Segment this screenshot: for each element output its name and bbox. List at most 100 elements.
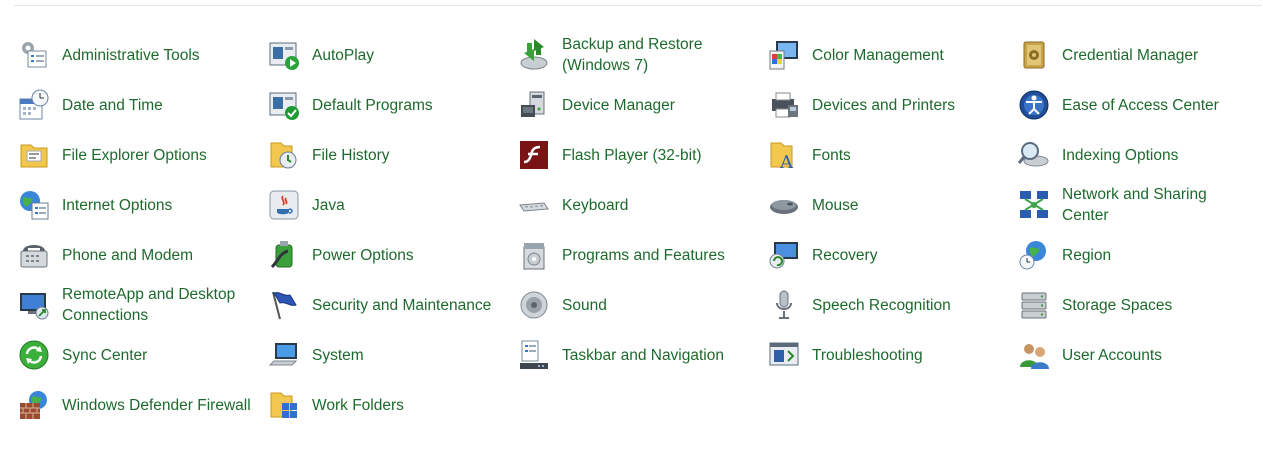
item-label: Work Folders [312, 396, 404, 414]
item-color-management[interactable]: Color Management [767, 30, 1017, 80]
security-maintenance-icon [267, 288, 301, 322]
troubleshooting-icon [767, 338, 801, 372]
item-label: AutoPlay [312, 46, 375, 64]
work-folders-icon [267, 388, 301, 422]
item-work-folders[interactable]: Work Folders [267, 380, 517, 430]
fonts-icon: A [767, 138, 801, 172]
item-recovery[interactable]: Recovery [767, 230, 1017, 280]
item-internet-options[interactable]: Internet Options [17, 180, 267, 230]
item-label: Mouse [812, 196, 859, 214]
autoplay-icon [267, 38, 301, 72]
backup-restore-icon [517, 38, 551, 72]
item-sound[interactable]: Sound [517, 280, 767, 330]
default-programs-icon [267, 88, 301, 122]
item-label: Color Management [812, 46, 944, 64]
item-label: Security and Maintenance [312, 296, 492, 314]
item-file-explorer-options[interactable]: File Explorer Options [17, 130, 267, 180]
power-options-icon [267, 238, 301, 272]
phone-modem-icon [17, 238, 51, 272]
date-time-icon [17, 88, 51, 122]
item-credential-manager[interactable]: Credential Manager [1017, 30, 1263, 80]
indexing-options-icon [1017, 138, 1051, 172]
item-device-manager[interactable]: Device Manager [517, 80, 767, 130]
top-divider [14, 5, 1262, 6]
control-panel-items-grid: Administrative Tools AutoPlay Backup and… [0, 30, 1263, 430]
item-label: Taskbar and Navigation [562, 346, 724, 364]
item-file-history[interactable]: File History [267, 130, 517, 180]
taskbar-navigation-icon [517, 338, 551, 372]
item-label: Ease of Access Center [1062, 96, 1219, 114]
item-java[interactable]: Java [267, 180, 517, 230]
item-remoteapp[interactable]: RemoteApp and Desktop Connections [17, 280, 267, 330]
item-label: Java [312, 196, 345, 214]
item-mouse[interactable]: Mouse [767, 180, 1017, 230]
item-label: File History [312, 146, 390, 164]
item-troubleshooting[interactable]: Troubleshooting [767, 330, 1017, 380]
item-label: Date and Time [62, 96, 163, 114]
item-label: Credential Manager [1062, 46, 1199, 64]
file-history-icon [267, 138, 301, 172]
device-manager-icon [517, 88, 551, 122]
item-windows-firewall[interactable]: Windows Defender Firewall [17, 380, 267, 430]
item-label: System [312, 346, 364, 364]
item-default-programs[interactable]: Default Programs [267, 80, 517, 130]
item-power-options[interactable]: Power Options [267, 230, 517, 280]
file-explorer-options-icon [17, 138, 51, 172]
item-fonts[interactable]: A Fonts [767, 130, 1017, 180]
item-system[interactable]: System [267, 330, 517, 380]
color-management-icon [767, 38, 801, 72]
item-label: Speech Recognition [812, 296, 951, 314]
sync-center-icon [17, 338, 51, 372]
item-region[interactable]: Region [1017, 230, 1263, 280]
item-label: Fonts [812, 146, 851, 164]
item-phone-modem[interactable]: Phone and Modem [17, 230, 267, 280]
item-indexing-options[interactable]: Indexing Options [1017, 130, 1263, 180]
item-label: Device Manager [562, 96, 675, 114]
programs-features-icon [517, 238, 551, 272]
item-label: Sync Center [62, 346, 148, 364]
item-administrative-tools[interactable]: Administrative Tools [17, 30, 267, 80]
item-label: Backup and Restore (Windows 7) [562, 36, 703, 74]
item-flash-player[interactable]: Flash Player (32-bit) [517, 130, 767, 180]
speech-recognition-icon [767, 288, 801, 322]
item-speech-recognition[interactable]: Speech Recognition [767, 280, 1017, 330]
item-label: User Accounts [1062, 346, 1162, 364]
item-taskbar-navigation[interactable]: Taskbar and Navigation [517, 330, 767, 380]
credential-manager-icon [1017, 38, 1051, 72]
ease-of-access-icon [1017, 88, 1051, 122]
item-ease-of-access[interactable]: Ease of Access Center [1017, 80, 1263, 130]
administrative-tools-icon [17, 38, 51, 72]
item-label: Default Programs [312, 96, 433, 114]
item-date-time[interactable]: Date and Time [17, 80, 267, 130]
item-devices-printers[interactable]: Devices and Printers [767, 80, 1017, 130]
item-label: Network and Sharing Center [1062, 186, 1207, 224]
item-label: Programs and Features [562, 246, 725, 264]
network-sharing-icon [1017, 188, 1051, 222]
item-security-maintenance[interactable]: Security and Maintenance [267, 280, 517, 330]
item-user-accounts[interactable]: User Accounts [1017, 330, 1263, 380]
item-label: Power Options [312, 246, 414, 264]
region-icon [1017, 238, 1051, 272]
item-label: Flash Player (32-bit) [562, 146, 702, 164]
sound-icon [517, 288, 551, 322]
item-label: Administrative Tools [62, 46, 200, 64]
item-label: Storage Spaces [1062, 296, 1173, 314]
mouse-icon [767, 188, 801, 222]
item-label: Phone and Modem [62, 246, 193, 264]
item-keyboard[interactable]: Keyboard [517, 180, 767, 230]
item-label: Windows Defender Firewall [62, 396, 251, 414]
item-network-sharing[interactable]: Network and Sharing Center [1017, 180, 1263, 230]
item-programs-features[interactable]: Programs and Features [517, 230, 767, 280]
item-autoplay[interactable]: AutoPlay [267, 30, 517, 80]
item-sync-center[interactable]: Sync Center [17, 330, 267, 380]
devices-printers-icon [767, 88, 801, 122]
item-label: RemoteApp and Desktop Connections [62, 286, 236, 324]
item-label: File Explorer Options [62, 146, 207, 164]
windows-firewall-icon [17, 388, 51, 422]
item-label: Recovery [812, 246, 878, 264]
item-storage-spaces[interactable]: Storage Spaces [1017, 280, 1263, 330]
user-accounts-icon [1017, 338, 1051, 372]
item-label: Devices and Printers [812, 96, 956, 114]
item-label: Region [1062, 246, 1112, 264]
item-backup-restore[interactable]: Backup and Restore (Windows 7) [517, 30, 767, 80]
